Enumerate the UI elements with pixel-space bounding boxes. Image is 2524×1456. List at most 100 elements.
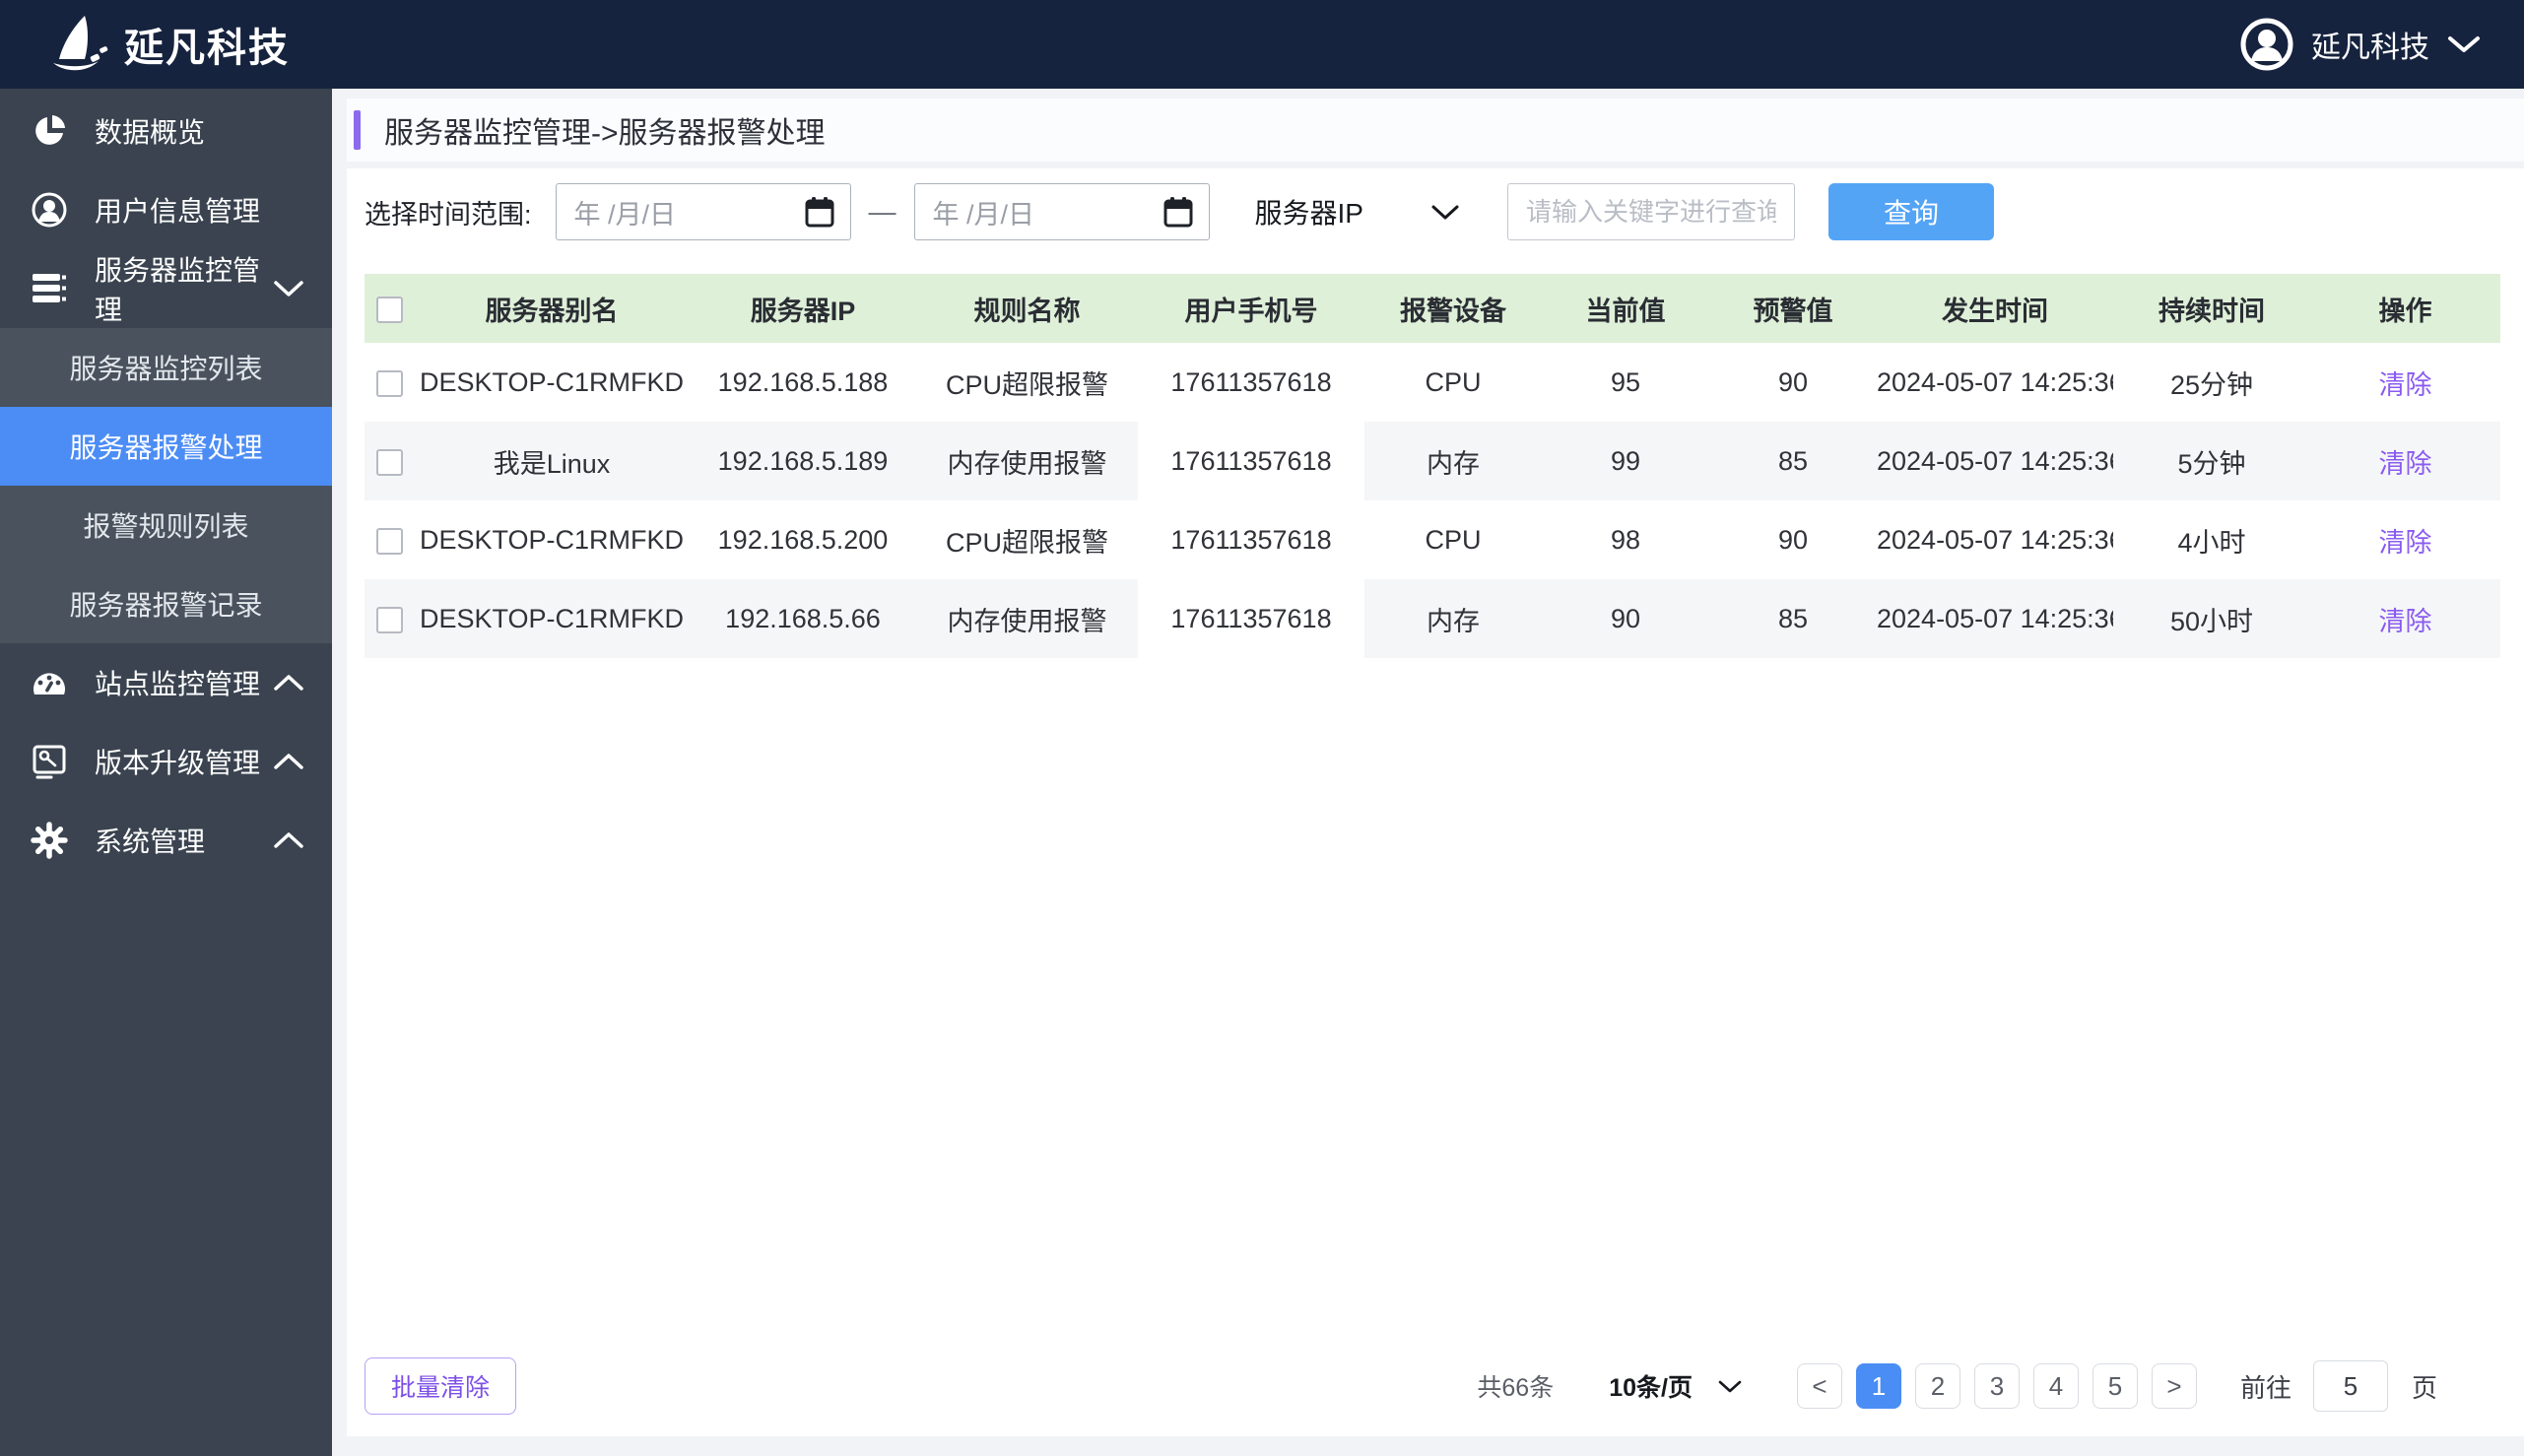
gauge-icon xyxy=(30,667,69,698)
cell-time: 2024-05-07 14:25:36 xyxy=(1877,500,2113,579)
sidebar-item-label: 版本升级管理 xyxy=(95,742,273,781)
search-type-value: 服务器IP xyxy=(1255,192,1363,232)
clear-link[interactable]: 清除 xyxy=(2379,370,2432,400)
select-all-cell xyxy=(365,274,414,343)
cell-device: CPU xyxy=(1364,500,1542,579)
user-name: 延凡科技 xyxy=(2311,23,2429,66)
brand-title: 延凡科技 xyxy=(124,16,290,73)
page-button-1[interactable]: 1 xyxy=(1856,1363,1901,1409)
table-header-row: 服务器别名 服务器IP 规则名称 用户手机号 报警设备 当前值 预警值 发生时间… xyxy=(365,274,2500,343)
calendar-icon[interactable] xyxy=(805,196,834,228)
sidebar-item-system-manage[interactable]: 系统管理 xyxy=(0,801,332,880)
chevron-down-icon xyxy=(2447,34,2481,54)
sidebar-item-server-monitor[interactable]: 服务器监控管理 xyxy=(0,249,332,328)
cell-duration: 25分钟 xyxy=(2113,343,2310,422)
search-button[interactable]: 查询 xyxy=(1828,183,1994,240)
sidebar-item-data-overview[interactable]: 数据概览 xyxy=(0,92,332,170)
version-icon xyxy=(30,744,69,779)
submenu-item-label: 服务器报警处理 xyxy=(69,427,262,466)
goto-suffix: 页 xyxy=(2412,1368,2437,1405)
prev-page-button[interactable]: < xyxy=(1797,1363,1842,1409)
sidebar-item-site-monitor[interactable]: 站点监控管理 xyxy=(0,643,332,722)
end-date-input[interactable]: 年 /月/日 xyxy=(914,183,1210,240)
server-icon xyxy=(30,272,69,305)
cell-device: 内存 xyxy=(1364,579,1542,658)
row-checkbox[interactable] xyxy=(376,449,403,476)
clear-link[interactable]: 清除 xyxy=(2379,528,2432,558)
cell-ip: 192.168.5.189 xyxy=(690,422,916,500)
goto-page-input[interactable] xyxy=(2313,1360,2388,1412)
page-button-3[interactable]: 3 xyxy=(1974,1363,2020,1409)
start-date-input[interactable]: 年 /月/日 xyxy=(556,183,851,240)
sidebar-item-version-upgrade[interactable]: 版本升级管理 xyxy=(0,722,332,801)
sailboat-logo-icon xyxy=(45,12,110,77)
column-header: 规则名称 xyxy=(916,274,1138,343)
sidebar-subitem-monitor-list[interactable]: 服务器监控列表 xyxy=(0,328,332,407)
cell-phone: 17611357618 xyxy=(1138,422,1364,500)
row-checkbox[interactable] xyxy=(376,528,403,555)
calendar-icon[interactable] xyxy=(1163,196,1193,228)
search-type-select[interactable]: 服务器IP xyxy=(1255,192,1460,232)
page-title: 服务器监控管理->服务器报警处理 xyxy=(384,108,826,152)
next-page-button[interactable]: > xyxy=(2152,1363,2197,1409)
brand: 延凡科技 xyxy=(45,12,290,77)
sidebar-subitem-alarm-handling[interactable]: 服务器报警处理 xyxy=(0,407,332,486)
cell-ip: 192.168.5.188 xyxy=(690,343,916,422)
select-all-checkbox[interactable] xyxy=(376,297,403,323)
cell-phone: 17611357618 xyxy=(1138,500,1364,579)
app-root: 延凡科技 延凡科技 xyxy=(0,0,2524,1456)
sidebar-item-user-info[interactable]: 用户信息管理 xyxy=(0,170,332,249)
chevron-up-icon xyxy=(273,674,304,692)
clear-link[interactable]: 清除 xyxy=(2379,607,2432,636)
user-menu[interactable]: 延凡科技 xyxy=(2240,18,2481,71)
page-button-2[interactable]: 2 xyxy=(1915,1363,1960,1409)
cell-threshold: 85 xyxy=(1709,579,1877,658)
sidebar: 数据概览 用户信息管理 xyxy=(0,89,332,1456)
cell-alias: DESKTOP-C1RMFKD xyxy=(414,500,690,579)
cell-duration: 50小时 xyxy=(2113,579,2310,658)
column-header: 操作 xyxy=(2310,274,2500,343)
cell-rule: 内存使用报警 xyxy=(916,579,1138,658)
sidebar-item-label: 站点监控管理 xyxy=(95,663,273,702)
sidebar-item-label: 服务器监控管理 xyxy=(95,249,273,328)
top-bar: 延凡科技 延凡科技 xyxy=(0,0,2524,89)
cell-threshold: 90 xyxy=(1709,500,1877,579)
row-checkbox[interactable] xyxy=(376,370,403,397)
breadcrumb: 服务器监控管理->服务器报警处理 xyxy=(347,99,2524,162)
column-header: 发生时间 xyxy=(1877,274,2113,343)
cell-time: 2024-05-07 14:25:36 xyxy=(1877,579,2113,658)
cell-alias: 我是Linux xyxy=(414,422,690,500)
cell-time: 2024-05-07 14:25:36 xyxy=(1877,422,2113,500)
page-button-5[interactable]: 5 xyxy=(2092,1363,2138,1409)
cell-rule: CPU超限报警 xyxy=(916,343,1138,422)
sidebar-item-label: 系统管理 xyxy=(95,821,273,860)
cell-current: 98 xyxy=(1542,500,1709,579)
sidebar-subitem-alarm-records[interactable]: 服务器报警记录 xyxy=(0,564,332,643)
cell-alias: DESKTOP-C1RMFKD xyxy=(414,343,690,422)
column-header: 用户手机号 xyxy=(1138,274,1364,343)
page-button-4[interactable]: 4 xyxy=(2033,1363,2079,1409)
cell-threshold: 85 xyxy=(1709,422,1877,500)
sidebar-item-label: 用户信息管理 xyxy=(95,190,304,230)
cell-current: 99 xyxy=(1542,422,1709,500)
breadcrumb-accent-bar xyxy=(354,110,361,150)
batch-clear-button[interactable]: 批量清除 xyxy=(365,1357,516,1415)
chevron-up-icon xyxy=(273,753,304,770)
cell-ip: 192.168.5.200 xyxy=(690,500,916,579)
row-checkbox[interactable] xyxy=(376,607,403,633)
total-count: 共66条 xyxy=(1477,1368,1554,1404)
date-placeholder: 年 /月/日 xyxy=(574,193,677,232)
cell-current: 95 xyxy=(1542,343,1709,422)
content-card: 选择时间范围: 年 /月/日 — xyxy=(347,168,2524,1436)
cell-time: 2024-05-07 14:25:36 xyxy=(1877,343,2113,422)
column-header: 预警值 xyxy=(1709,274,1877,343)
cell-duration: 5分钟 xyxy=(2113,422,2310,500)
time-range-label: 选择时间范围: xyxy=(365,193,532,232)
page-size-select[interactable]: 10条/页 xyxy=(1609,1368,1742,1404)
keyword-input[interactable] xyxy=(1507,183,1795,240)
clear-link[interactable]: 清除 xyxy=(2379,449,2432,479)
sidebar-subitem-alarm-rules[interactable]: 报警规则列表 xyxy=(0,486,332,564)
table-footer: 批量清除 共66条 10条/页 < 1 2 3 4 xyxy=(365,1357,2437,1415)
cell-alias: DESKTOP-C1RMFKD xyxy=(414,579,690,658)
cell-rule: CPU超限报警 xyxy=(916,500,1138,579)
